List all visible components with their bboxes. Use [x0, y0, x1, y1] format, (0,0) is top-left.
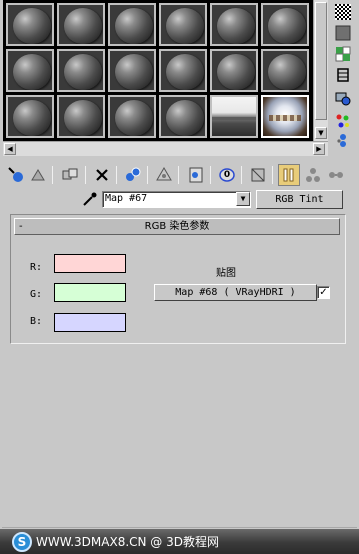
scroll-right-icon[interactable]: ▶ [313, 143, 325, 155]
map-name-row: Map #67 ▼ RGB Tint [0, 190, 359, 210]
green-color-swatch[interactable] [54, 283, 126, 302]
sample-slot[interactable] [210, 95, 258, 138]
slots-horizontal-scrollbar[interactable]: ◀ ▶ [3, 141, 328, 156]
sample-slot[interactable] [210, 49, 258, 92]
map-name-field[interactable]: Map #67 ▼ [102, 191, 251, 208]
map-section-label: 贴图 [216, 268, 236, 279]
material-effects-channel-icon[interactable] [185, 164, 207, 186]
sample-slot[interactable] [57, 3, 105, 46]
watermark-bar: S WWW.3DMAX8.CN @ 3D教程网 [0, 529, 359, 554]
options-icon[interactable] [332, 112, 354, 130]
sample-slot[interactable] [108, 3, 156, 46]
sample-slot[interactable] [261, 95, 309, 138]
put-to-library-icon[interactable] [153, 164, 175, 186]
material-sphere [64, 54, 102, 90]
material-sphere [13, 54, 51, 90]
sample-slot[interactable] [57, 49, 105, 92]
side-toolbar [330, 0, 359, 160]
material-toolbar: 0 [3, 163, 355, 187]
checker-background-icon[interactable] [332, 3, 354, 21]
video-color-check-icon[interactable] [332, 66, 354, 84]
material-sphere [217, 8, 255, 44]
scrollbar-thumb[interactable] [315, 2, 327, 120]
material-sphere [13, 100, 51, 136]
site-logo-icon: S [12, 532, 32, 552]
red-color-swatch[interactable] [54, 254, 126, 273]
sample-slot[interactable] [261, 3, 309, 46]
make-preview-icon[interactable] [332, 89, 354, 107]
material-sphere [166, 100, 204, 136]
map-type-button[interactable]: RGB Tint [256, 190, 343, 209]
sample-slot[interactable] [6, 95, 54, 138]
sample-uv-tiling-icon[interactable] [332, 45, 354, 63]
material-sphere [217, 54, 255, 90]
site-text: WWW.3DMAX8.CN @ 3D教程网 [36, 535, 220, 549]
chevron-down-icon[interactable]: ▼ [236, 192, 250, 206]
sample-slot[interactable] [108, 95, 156, 138]
empty-panel-area [2, 350, 357, 528]
scroll-down-icon[interactable]: ▼ [315, 127, 327, 139]
map-slot-button[interactable]: Map #68 ( VRayHDRI ) [154, 284, 317, 301]
rgb-tint-parameters-rollout: - RGB 染色参数 R: G: B: 贴图 Map #68 ( VRayHDR… [10, 214, 346, 344]
scroll-left-icon[interactable]: ◀ [4, 143, 16, 155]
material-sphere [115, 8, 153, 44]
rollout-title: RGB 染色参数 [144, 221, 210, 232]
sample-slot[interactable] [261, 49, 309, 92]
show-end-result-icon[interactable] [278, 164, 300, 186]
slots-vertical-scrollbar[interactable]: ▼ [313, 0, 328, 141]
sample-slot[interactable] [159, 49, 207, 92]
sample-slot[interactable] [108, 49, 156, 92]
sample-slot[interactable] [210, 3, 258, 46]
eyedropper-icon[interactable] [82, 191, 98, 207]
material-sphere [115, 54, 153, 90]
material-sphere [166, 8, 204, 44]
go-to-parent-icon[interactable] [302, 164, 324, 186]
channel-label-r: R: [30, 262, 43, 273]
material-sphere [13, 8, 51, 44]
channel-label-b: B: [30, 316, 43, 327]
blue-color-swatch[interactable] [54, 313, 126, 332]
material-sphere [166, 54, 204, 90]
material-sphere [268, 8, 306, 44]
map-enabled-checkbox[interactable]: ✓ [317, 286, 330, 299]
hdri-preview [263, 97, 307, 136]
put-to-scene-icon[interactable] [27, 164, 49, 186]
gray-square-icon[interactable] [332, 24, 354, 42]
show-map-in-viewport-icon[interactable] [247, 164, 269, 186]
material-sphere [115, 100, 153, 136]
rollout-header[interactable]: - RGB 染色参数 [14, 218, 340, 235]
material-sphere [64, 8, 102, 44]
channel-label-g: G: [30, 289, 43, 300]
get-material-icon[interactable] [5, 164, 27, 186]
assign-to-selection-icon[interactable] [59, 164, 81, 186]
effects-channel-button[interactable]: 0 [216, 164, 238, 186]
reset-map-icon[interactable] [91, 164, 113, 186]
material-sphere [64, 100, 102, 136]
hdri-preview [212, 97, 256, 136]
sample-slot[interactable] [159, 95, 207, 138]
sample-slot[interactable] [57, 95, 105, 138]
sample-slot[interactable] [159, 3, 207, 46]
sample-slots-grid [3, 0, 313, 141]
material-sphere [268, 54, 306, 90]
make-unique-icon[interactable] [122, 164, 144, 186]
map-name-value: Map #67 [105, 193, 148, 204]
go-forward-to-sibling-icon[interactable] [325, 164, 347, 186]
sample-slot[interactable] [6, 49, 54, 92]
select-by-material-icon[interactable] [332, 133, 354, 151]
effects-channel-value: 0 [223, 170, 231, 180]
rollout-toggle[interactable]: - [19, 219, 23, 234]
sample-slot[interactable] [6, 3, 54, 46]
